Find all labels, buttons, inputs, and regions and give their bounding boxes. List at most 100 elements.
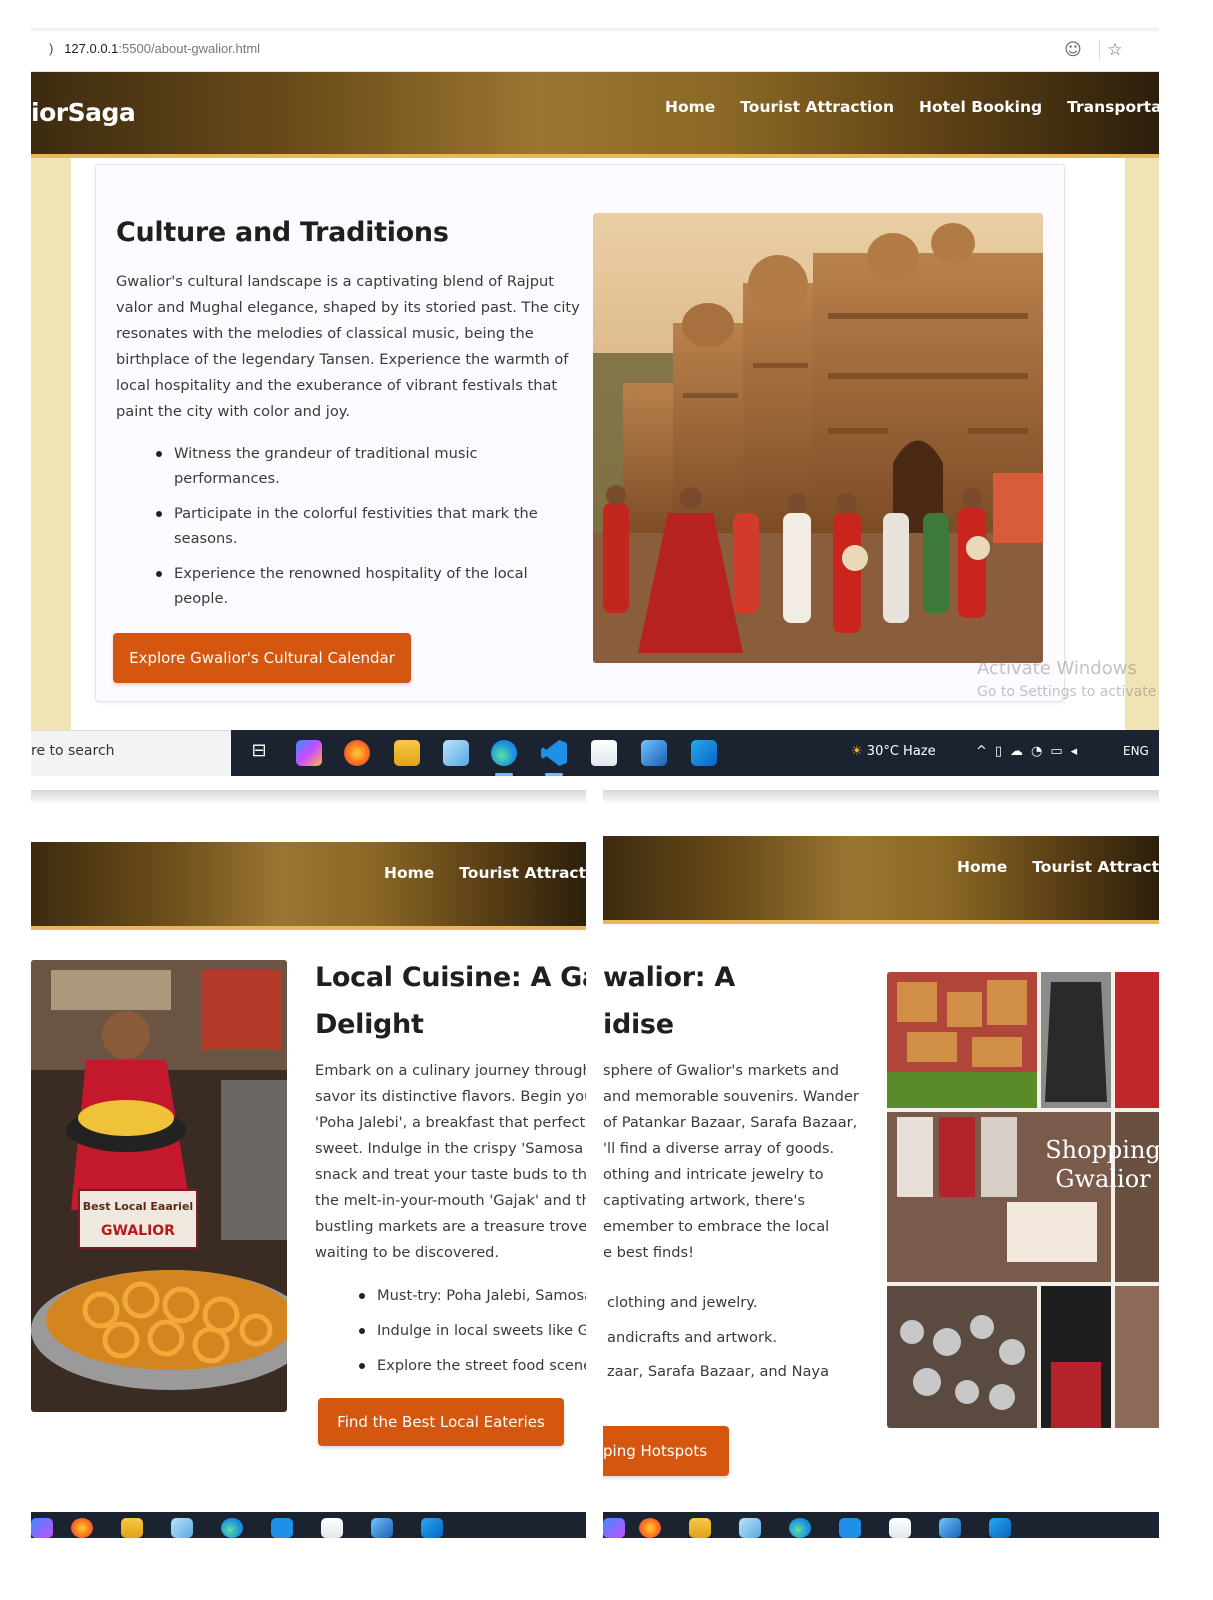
- browser-address-bar[interactable]: ) 127.0.0.1:5500/about-gwalior.html ☺ ☆: [31, 28, 1159, 72]
- activate-windows-title: Activate Windows: [977, 658, 1137, 679]
- paragraph-line: paint the city with color and joy.: [116, 403, 350, 420]
- list-item: clothing and jewelry.: [607, 1294, 758, 1311]
- bullet-text: performances.: [174, 470, 280, 487]
- site-brand[interactable]: iorSaga: [31, 98, 136, 127]
- paragraph-line: of Patankar Bazaar, Sarafa Bazaar,: [603, 1114, 858, 1131]
- site-navbar: iorSaga Home Tourist Attraction Hotel Bo…: [31, 72, 1159, 158]
- edge-icon[interactable]: [221, 1518, 243, 1538]
- paragraph-line: the melt-in-your-mouth 'Gajak' and th: [315, 1192, 586, 1209]
- sign-text-1: Best Local Eaariel: [83, 1200, 193, 1213]
- page-background-left: [31, 158, 71, 733]
- terminal-icon[interactable]: [371, 1518, 393, 1538]
- file-explorer-icon[interactable]: [394, 740, 420, 766]
- reader-icon[interactable]: ☺: [1063, 40, 1083, 60]
- title-line: Local Cuisine: A Gas: [315, 962, 586, 993]
- nav-tourist-attraction[interactable]: Tourist Attraction: [459, 864, 586, 882]
- page-background-right: [1125, 158, 1159, 733]
- copilot-icon[interactable]: [603, 1518, 625, 1538]
- explore-cultural-calendar-button[interactable]: Explore Gwalior's Cultural Calendar: [113, 633, 411, 683]
- edge-active-indicator: [495, 773, 513, 776]
- outlook-icon[interactable]: [421, 1518, 443, 1538]
- outlook-icon[interactable]: [989, 1518, 1011, 1538]
- vscode-icon[interactable]: [839, 1518, 861, 1538]
- copilot-icon[interactable]: [31, 1518, 53, 1538]
- store-icon[interactable]: [321, 1518, 343, 1538]
- firefox-icon[interactable]: [639, 1518, 661, 1538]
- paragraph-line: and memorable souvenirs. Wander: [603, 1088, 859, 1105]
- cuisine-paragraph: Embark on a culinary journey through sav…: [315, 1058, 586, 1266]
- store-icon[interactable]: [889, 1518, 911, 1538]
- firefox-icon[interactable]: [344, 740, 370, 766]
- list-item: Must-try: Poha Jalebi, Samosa: [359, 1283, 586, 1308]
- sign-text-2: GWALIOR: [101, 1223, 175, 1239]
- shopping-hotspots-button[interactable]: ping Hotspots: [603, 1426, 729, 1476]
- vscode-icon[interactable]: [541, 740, 567, 766]
- bullet-text: Participate in the colorful festivities …: [174, 505, 538, 522]
- vscode-icon[interactable]: [271, 1518, 293, 1538]
- weather-widget[interactable]: ☀ 30°C Haze: [851, 744, 936, 759]
- title-line: Delight: [315, 1009, 424, 1040]
- bullet-text: Witness the grandeur of traditional musi…: [174, 445, 478, 462]
- task-view-icon[interactable]: ⊟: [246, 740, 272, 766]
- paragraph-line: 'Poha Jalebi', a breakfast that perfectl…: [315, 1114, 586, 1131]
- screenshot-shopping: Home Tourist Attractio walior: A idise s…: [603, 790, 1159, 1538]
- paragraph-line: valor and Mughal elegance, shaped by its…: [116, 299, 580, 316]
- url-prefix: ): [49, 41, 54, 56]
- system-tray-icons[interactable]: ^▯☁◔▭◂: [976, 744, 1085, 759]
- notepad-icon[interactable]: [443, 740, 469, 766]
- nav-home[interactable]: Home: [957, 858, 1007, 876]
- list-item: Witness the grandeur of traditional musi…: [156, 441, 576, 491]
- title-line: idise: [603, 1009, 674, 1040]
- url-text[interactable]: ) 127.0.0.1:5500/about-gwalior.html: [49, 41, 260, 56]
- bullet-text: seasons.: [174, 530, 238, 547]
- paragraph-line: sphere of Gwalior's markets and: [603, 1062, 840, 1079]
- paragraph-line: Gwalior's cultural landscape is a captiv…: [116, 273, 554, 290]
- edge-icon[interactable]: [491, 740, 517, 766]
- bookmark-star-icon[interactable]: ☆: [1105, 40, 1125, 60]
- culture-paragraph: Gwalior's cultural landscape is a captiv…: [116, 269, 586, 425]
- file-explorer-icon[interactable]: [121, 1518, 143, 1538]
- outlook-icon[interactable]: [691, 740, 717, 766]
- list-item: andicrafts and artwork.: [607, 1328, 778, 1346]
- nav-transportation[interactable]: Transportation: [1067, 98, 1159, 116]
- store-icon[interactable]: [591, 740, 617, 766]
- copilot-icon[interactable]: [296, 740, 322, 766]
- url-path: :5500/about-gwalior.html: [118, 41, 261, 56]
- browser-strip: [603, 790, 1159, 804]
- nav-home[interactable]: Home: [665, 98, 715, 116]
- paragraph-line: sweet. Indulge in the crispy 'Samosa K: [315, 1140, 586, 1157]
- nav-tourist-attraction[interactable]: Tourist Attractio: [1032, 858, 1159, 876]
- paragraph-line: 'll find a diverse array of goods.: [603, 1140, 835, 1157]
- screenshot-cuisine: Home Tourist Attraction Best Local Eaari…: [31, 790, 586, 1538]
- terminal-icon[interactable]: [939, 1518, 961, 1538]
- divider: [1099, 40, 1100, 60]
- terminal-icon[interactable]: [641, 740, 667, 766]
- firefox-icon[interactable]: [71, 1518, 93, 1538]
- shopping-bullet-list: clothing and jewelry. andicrafts and art…: [607, 1286, 829, 1390]
- language-indicator[interactable]: ENG: [1123, 744, 1149, 758]
- section-title: Local Cuisine: A Gas Delight: [315, 954, 586, 1048]
- paragraph-line: Embark on a culinary journey through: [315, 1062, 586, 1079]
- taskbar-search[interactable]: re to search: [31, 730, 231, 776]
- notepad-icon[interactable]: [739, 1518, 761, 1538]
- nav-home[interactable]: Home: [384, 864, 434, 882]
- site-navbar: Home Tourist Attractio: [603, 836, 1159, 924]
- taskbar-search-text: re to search: [31, 743, 115, 759]
- site-navbar: Home Tourist Attraction: [31, 842, 586, 930]
- nav-hotel-booking[interactable]: Hotel Booking: [919, 98, 1042, 116]
- nav-links: Home Tourist Attractio: [957, 858, 1159, 876]
- paragraph-line: snack and treat your taste buds to the: [315, 1166, 586, 1183]
- shopping-collage-photo: Shopping Gwalior: [887, 972, 1159, 1428]
- find-local-eateries-button[interactable]: Find the Best Local Eateries: [318, 1398, 564, 1446]
- windows-taskbar: [603, 1512, 1159, 1538]
- edge-icon[interactable]: [789, 1518, 811, 1538]
- list-item: Indulge in local sweets like G: [359, 1318, 586, 1343]
- cuisine-bullet-list: Must-try: Poha Jalebi, Samosa Indulge in…: [359, 1283, 586, 1388]
- street-food-photo: Best Local Eaariel GWALIOR: [31, 960, 287, 1412]
- paragraph-line: othing and intricate jewelry to: [603, 1166, 824, 1183]
- list-item: zaar, Sarafa Bazaar, and Naya: [607, 1363, 830, 1380]
- file-explorer-icon[interactable]: [689, 1518, 711, 1538]
- nav-tourist-attraction[interactable]: Tourist Attraction: [740, 98, 894, 116]
- bullet-text: Experience the renowned hospitality of t…: [174, 565, 528, 582]
- notepad-icon[interactable]: [171, 1518, 193, 1538]
